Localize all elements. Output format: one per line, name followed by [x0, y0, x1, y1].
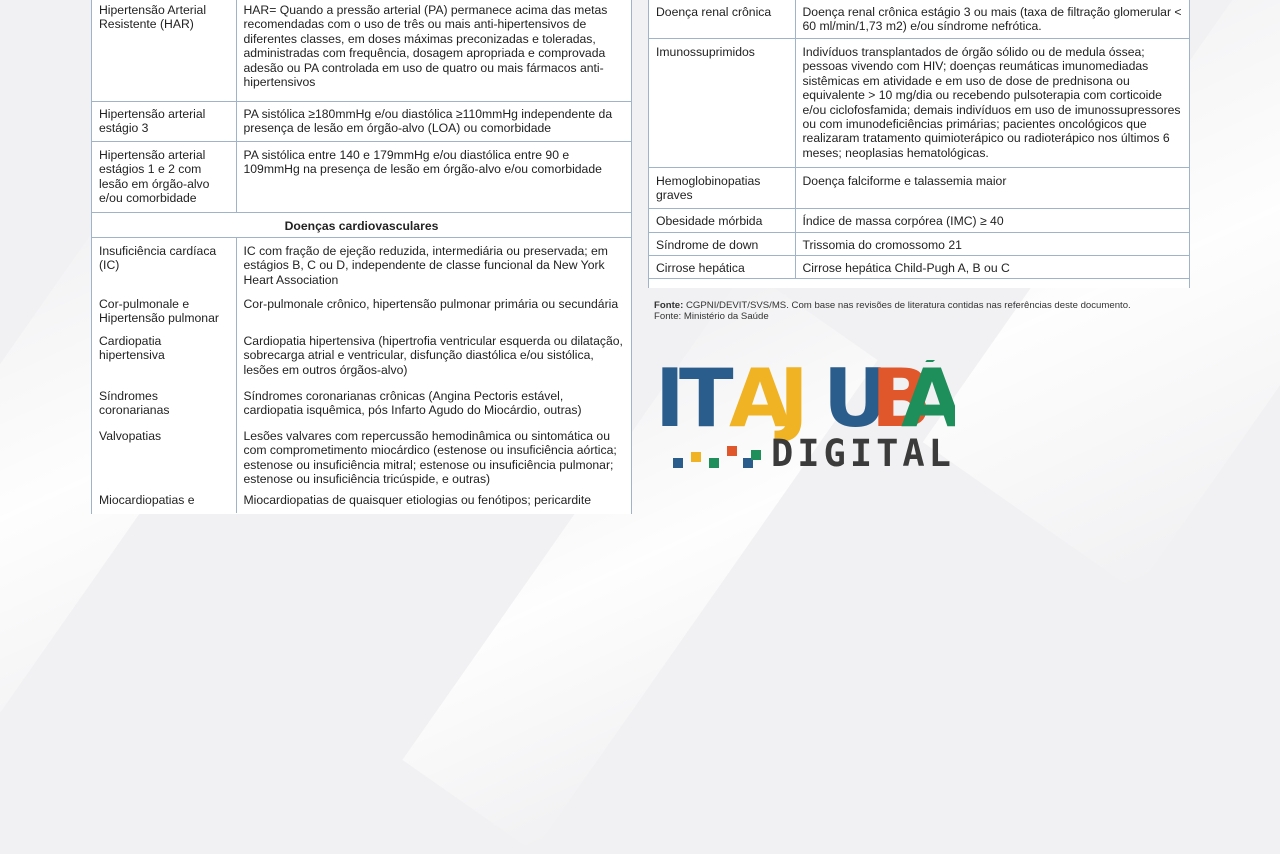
logo-subtitle: DIGITAL: [771, 432, 955, 475]
table-row: Insuficiência cardíaca (IC) IC com fraçã…: [92, 237, 631, 294]
logo-pixel: [751, 450, 761, 460]
condition-cell: Hipertensão Arterial Resistente (HAR): [92, 0, 237, 102]
table-row: Hipertensão arterial estágio 3 PA sistól…: [92, 101, 631, 142]
section-header-row: Doenças cardiovasculares: [92, 212, 631, 238]
left-table: Hipertensão Arterial Resistente (HAR) HA…: [92, 0, 631, 513]
table-row: Síndromes coronarianas Síndromes coronar…: [92, 385, 631, 425]
table-row: Valvopatias Lesões valvares com repercus…: [92, 425, 631, 489]
comorbidity-table-left: Hipertensão Arterial Resistente (HAR) HA…: [91, 0, 632, 514]
criteria-cell: Síndromes coronarianas crônicas (Angina …: [243, 389, 582, 418]
condition-cell: Hipertensão arterial estágios 1 e 2 com …: [92, 141, 237, 213]
criteria-cell: Doença falciforme e talassemia maior: [795, 167, 1189, 209]
table-row: Imunossuprimidos Indivíduos transplantad…: [649, 38, 1189, 168]
table-row: Doença renal crônica Doença renal crônic…: [649, 0, 1189, 39]
table-row: Miocardiopatias e Miocardiopatias de qua…: [92, 489, 631, 513]
source-line-2: Fonte: Ministério da Saúde: [654, 311, 769, 322]
criteria-cell: Indivíduos transplantados de órgão sólid…: [795, 38, 1189, 168]
criteria-cell: Trissomia do cromossomo 21: [795, 232, 1189, 256]
condition-cell: Cirrose hepática: [649, 255, 796, 279]
table-row: Hemoglobinopatias graves Doença falcifor…: [649, 167, 1189, 209]
criteria-cell: IC com fração de ejeção reduzida, interm…: [243, 244, 608, 287]
table-row: Hipertensão Arterial Resistente (HAR) HA…: [92, 0, 631, 102]
condition-cell: Insuficiência cardíaca (IC): [92, 237, 237, 294]
criteria-cell: PA sistólica ≥180mmHg e/ou diastólica ≥1…: [236, 101, 631, 142]
source-line-1: Fonte: CGPNI/DEVIT/SVS/MS. Com base nas …: [654, 300, 1214, 311]
itajuba-digital-logo: ITAJUBÁ DIGITAL: [655, 351, 963, 480]
section-title: Doenças cardiovasculares: [92, 212, 631, 238]
condition-cell: Cardiopatia hipertensiva: [92, 330, 237, 385]
criteria-cell: HAR= Quando a pressão arterial (PA) perm…: [236, 0, 631, 102]
table-row: Obesidade mórbida Índice de massa corpór…: [649, 208, 1189, 233]
table-row: Hipertensão arterial estágios 1 e 2 com …: [92, 141, 631, 213]
logo-letter: T: [679, 360, 734, 445]
logo-pixel: [709, 458, 719, 468]
comorbidity-table-right: Doença renal crônica Doença renal crônic…: [648, 0, 1190, 288]
logo-pixel: [691, 452, 701, 462]
table-row: Síndrome de down Trissomia do cromossomo…: [649, 232, 1189, 256]
condition-cell: Síndromes coronarianas: [92, 385, 237, 425]
condition-cell: Miocardiopatias e: [92, 489, 237, 513]
criteria-cell: Índice de massa corpórea (IMC) ≥ 40: [795, 208, 1189, 233]
criteria-cell: Miocardiopatias de quaisquer etiologias …: [243, 493, 592, 507]
condition-cell: Hemoglobinopatias graves: [649, 167, 796, 209]
table-row: Cirrose hepática Cirrose hepática Child-…: [649, 255, 1189, 279]
logo-pixel: [673, 458, 683, 468]
source-label: Fonte:: [654, 300, 684, 311]
table-row: Cor-pulmonale e Hipertensão pulmonar Cor…: [92, 294, 631, 330]
condition-cell: Obesidade mórbida: [649, 208, 796, 233]
logo-pixel: [727, 446, 737, 456]
condition-cell: Imunossuprimidos: [649, 38, 796, 168]
logo-graphic: ITAJ UBÁ DIGITAL: [655, 351, 963, 475]
criteria-cell: Cor-pulmonale crônico, hipertensão pulmo…: [243, 297, 619, 311]
table-row: Cardiopatia hipertensiva Cardiopatia hip…: [92, 330, 631, 385]
source-text: CGPNI/DEVIT/SVS/MS. Com base nas revisõe…: [685, 300, 1131, 311]
criteria-cell: Cardiopatia hipertensiva (hipertrofia ve…: [243, 334, 623, 377]
condition-cell: Hipertensão arterial estágio 3: [92, 101, 237, 142]
condition-cell: Doença renal crônica: [649, 0, 796, 39]
source-note: Fonte: CGPNI/DEVIT/SVS/MS. Com base nas …: [654, 300, 1214, 322]
criteria-cell: PA sistólica entre 140 e 179mmHg e/ou di…: [236, 141, 631, 213]
condition-cell: Valvopatias: [92, 425, 237, 489]
right-table: Doença renal crônica Doença renal crônic…: [649, 0, 1189, 279]
criteria-cell: Cirrose hepática Child-Pugh A, B ou C: [795, 255, 1189, 279]
condition-cell: Síndrome de down: [649, 232, 796, 256]
criteria-cell: Doença renal crônica estágio 3 ou mais (…: [795, 0, 1189, 39]
condition-cell: Cor-pulmonale e Hipertensão pulmonar: [92, 294, 237, 330]
criteria-cell: Lesões valvares com repercussão hemodinâ…: [243, 429, 617, 487]
